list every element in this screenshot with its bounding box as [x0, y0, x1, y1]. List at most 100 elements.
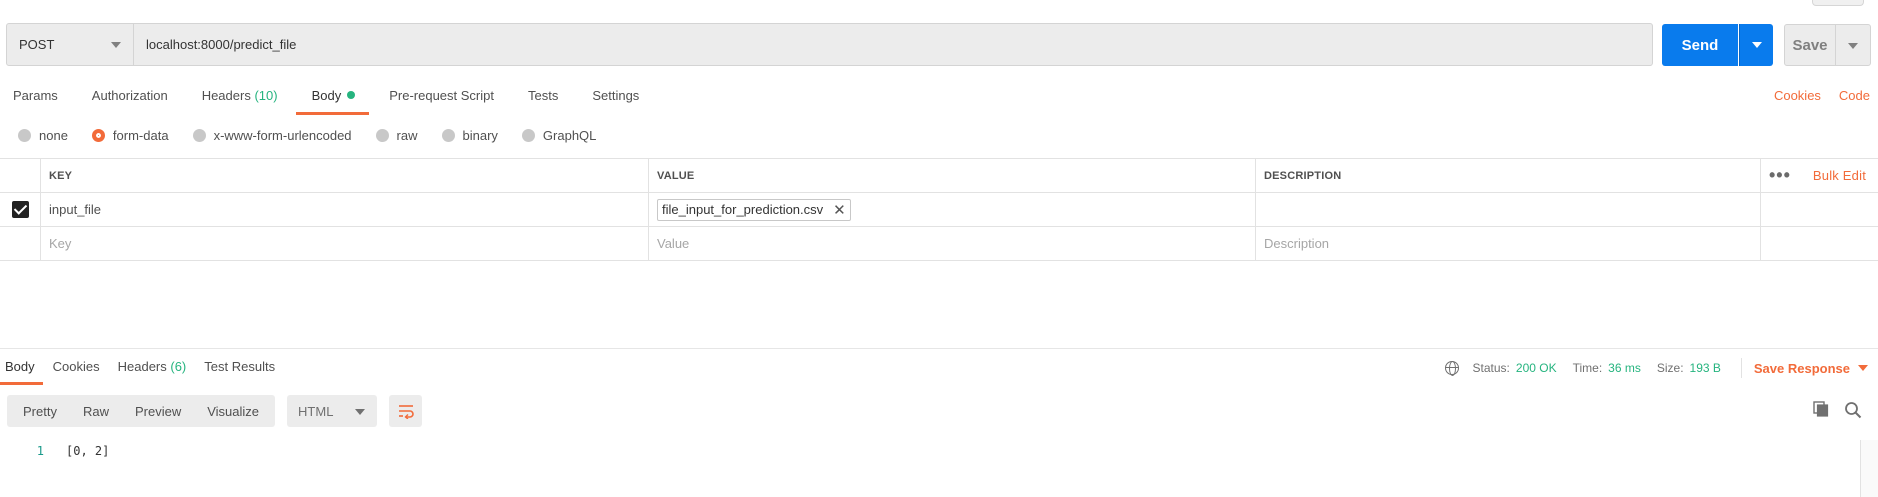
key-cell[interactable]: input_file — [40, 193, 648, 226]
scrollbar[interactable] — [1860, 440, 1878, 497]
description-input[interactable]: Description — [1255, 227, 1760, 260]
wrap-icon — [398, 405, 414, 419]
code-link[interactable]: Code — [1839, 88, 1870, 103]
view-preview-button[interactable]: Preview — [127, 404, 189, 419]
row-checkbox[interactable] — [11, 201, 29, 218]
response-tab-headers[interactable]: Headers (6) — [118, 359, 187, 383]
status-label: Status: — [1472, 361, 1510, 375]
radio-circle-icon — [18, 129, 31, 142]
radio-circle-icon — [375, 129, 389, 142]
send-options-chevron-icon[interactable] — [1739, 24, 1773, 66]
radio-label: none — [39, 128, 68, 143]
radio-selected-icon — [91, 129, 105, 142]
table-row: input_file file_input_for_prediction.csv… — [0, 193, 1878, 227]
tab-params[interactable]: Params — [13, 88, 58, 114]
tab-tests[interactable]: Tests — [528, 88, 558, 114]
row-check-cell — [0, 227, 40, 260]
tab-headers[interactable]: Headers (10) — [202, 88, 278, 114]
key-text: input_file — [49, 202, 102, 217]
bulk-edit-link[interactable]: Bulk Edit — [1813, 168, 1866, 183]
view-raw-button[interactable]: Raw — [75, 404, 117, 419]
radio-label: x-www-form-urlencoded — [213, 128, 352, 143]
tab-label: Cookies — [52, 359, 100, 374]
divider — [1740, 358, 1742, 378]
response-tabs: Body Cookies Headers (6) Test Results — [0, 359, 293, 385]
save-response-button[interactable]: Save Response — [1754, 361, 1868, 376]
header-description: DESCRIPTION — [1255, 159, 1760, 192]
tab-label: Params — [13, 88, 58, 103]
row-check-cell — [0, 193, 40, 226]
response-tab-body[interactable]: Body — [0, 359, 43, 385]
chevron-down-icon — [111, 42, 121, 48]
close-icon[interactable]: ✕ — [833, 201, 846, 219]
view-pretty-button[interactable]: Pretty — [15, 404, 65, 419]
tab-label: Tests — [527, 88, 559, 103]
response-headers-count: (6) — [170, 359, 187, 374]
radio-label: binary — [462, 128, 498, 143]
wrap-lines-button[interactable] — [389, 395, 423, 427]
url-input[interactable]: localhost:8000/predict_file — [133, 23, 1653, 66]
tab-label: Authorization — [91, 88, 168, 103]
cookies-link[interactable]: Cookies — [1774, 88, 1821, 103]
time-label: Time: — [1572, 361, 1603, 375]
status-value: 200 OK — [1515, 361, 1557, 375]
view-visualize-button[interactable]: Visualize — [199, 404, 267, 419]
tab-label: Headers — [201, 88, 251, 103]
tab-label: Test Results — [204, 359, 276, 374]
radio-raw[interactable]: raw — [375, 128, 418, 143]
tab-label: Headers — [117, 359, 167, 374]
tab-authorization[interactable]: Authorization — [92, 88, 168, 114]
description-cell[interactable] — [1255, 193, 1760, 226]
header-check-cell — [0, 159, 40, 192]
key-input[interactable]: Key — [40, 227, 648, 260]
tab-body[interactable]: Body — [295, 88, 369, 115]
header-value: VALUE — [648, 159, 1255, 192]
send-button[interactable]: Send — [1662, 24, 1738, 66]
search-icon[interactable] — [1844, 401, 1862, 419]
radio-none[interactable]: none — [18, 128, 68, 143]
size-value: 193 B — [1689, 361, 1721, 375]
size-label: Size: — [1656, 361, 1684, 375]
format-select[interactable]: HTML — [287, 395, 378, 427]
file-name: file_input_for_prediction.csv — [662, 202, 824, 217]
method-label: POST — [19, 37, 55, 52]
save-response-label: Save Response — [1753, 360, 1850, 376]
tab-label: Body — [5, 359, 35, 374]
value-cell[interactable]: file_input_for_prediction.csv ✕ — [648, 193, 1255, 226]
response-divider — [0, 348, 1878, 349]
more-options-icon[interactable]: ••• — [1769, 165, 1791, 186]
method-select[interactable]: POST — [6, 23, 134, 66]
response-tab-test-results[interactable]: Test Results — [204, 359, 275, 383]
radio-label: GraphQL — [542, 128, 597, 143]
top-tab-stub — [1812, 0, 1864, 6]
radio-circle-icon — [521, 129, 535, 142]
response-tab-cookies[interactable]: Cookies — [53, 359, 100, 383]
line-number: 1 — [36, 444, 44, 458]
request-right-links: Cookies Code — [1774, 88, 1870, 103]
request-url-bar: POST localhost:8000/predict_file Send Sa… — [6, 23, 1878, 67]
headers-count: (10) — [254, 88, 278, 103]
view-mode-group: Pretty Raw Preview Visualize — [7, 395, 276, 427]
response-status-bar: Status: 200 OK Time: 36 ms Size: 193 B S… — [1444, 358, 1868, 378]
tab-pre-request-script[interactable]: Pre-request Script — [389, 88, 494, 114]
header-key: KEY — [40, 159, 648, 192]
save-button[interactable]: Save — [1784, 24, 1836, 66]
radio-binary[interactable]: binary — [441, 128, 498, 143]
radio-form-data[interactable]: form-data — [91, 128, 169, 143]
tab-settings[interactable]: Settings — [592, 88, 639, 114]
radio-x-www-form-urlencoded[interactable]: x-www-form-urlencoded — [192, 128, 352, 143]
body-indicator-dot — [347, 91, 356, 99]
save-options-chevron-icon[interactable] — [1835, 24, 1871, 66]
tab-label: Pre-request Script — [389, 88, 494, 103]
table-header-row: KEY VALUE DESCRIPTION ••• Bulk Edit — [0, 159, 1878, 193]
globe-icon[interactable] — [1444, 361, 1459, 376]
file-chip: file_input_for_prediction.csv ✕ — [657, 198, 851, 221]
copy-icon[interactable] — [1813, 401, 1829, 417]
radio-graphql[interactable]: GraphQL — [521, 128, 597, 143]
radio-circle-icon — [192, 129, 206, 142]
radio-label: raw — [396, 128, 418, 143]
format-label: HTML — [298, 403, 334, 419]
body-type-radios: none form-data x-www-form-urlencoded raw… — [18, 128, 620, 143]
row-actions-cell — [1760, 227, 1878, 260]
value-input[interactable]: Value — [648, 227, 1255, 260]
